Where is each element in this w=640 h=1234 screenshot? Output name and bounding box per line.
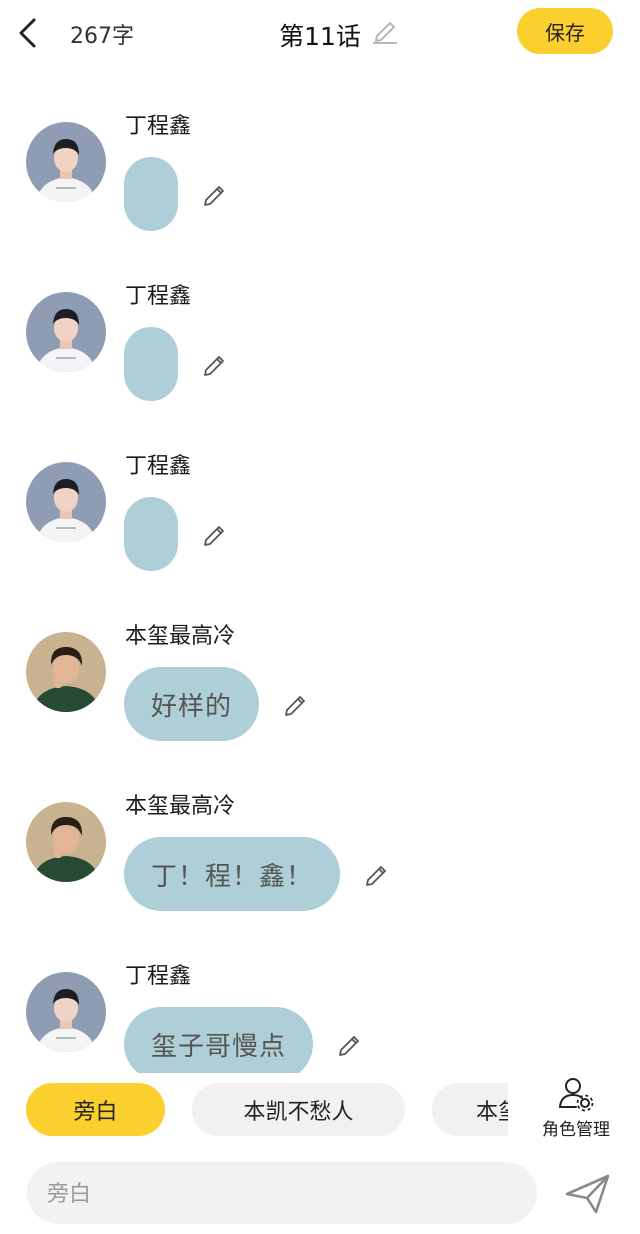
- send-icon[interactable]: [563, 1170, 613, 1216]
- avatar[interactable]: [26, 292, 106, 372]
- role-manage-label: 角色管理: [542, 1120, 610, 1140]
- sender-name: 本玺最高冷: [125, 624, 236, 649]
- message-bubble[interactable]: 玺子哥慢点: [124, 1007, 314, 1073]
- back-arrow-icon[interactable]: [14, 16, 42, 50]
- message-input-container: [27, 1162, 537, 1226]
- sender-name: 本玺最高冷: [125, 794, 236, 819]
- pencil-icon[interactable]: [201, 520, 229, 548]
- message-item: 丁程鑫: [0, 415, 640, 585]
- bubble-row: [124, 327, 229, 401]
- bubble-row: [124, 497, 229, 571]
- pencil-icon[interactable]: [336, 1030, 364, 1058]
- sender-name: 丁程鑫: [125, 114, 192, 139]
- pencil-icon[interactable]: [363, 860, 391, 888]
- role-manage-button[interactable]: 角色管理: [531, 1075, 621, 1141]
- sender-name: 丁程鑫: [125, 284, 192, 309]
- message-bubble[interactable]: 好样的: [124, 667, 260, 741]
- avatar[interactable]: [26, 462, 106, 542]
- top-bar: 267字 第11话 保存: [0, 0, 640, 66]
- bubble-row: 好样的: [124, 667, 310, 741]
- avatar[interactable]: [26, 802, 106, 882]
- role-tabs[interactable]: 旁白 本凯不愁人 本玺最高冷: [0, 1083, 508, 1139]
- message-item: 本玺最高冷 好样的: [0, 585, 640, 755]
- role-tab-narration[interactable]: 旁白: [26, 1083, 165, 1136]
- message-list[interactable]: 丁程鑫 丁程鑫 丁程鑫 本玺最高冷 好样的 本玺最高冷 丁！程！鑫！ 丁程鑫 玺…: [0, 75, 640, 1073]
- message-item: 本玺最高冷 丁！程！鑫！: [0, 755, 640, 925]
- avatar[interactable]: [26, 632, 106, 712]
- pencil-icon[interactable]: [201, 350, 229, 378]
- message-item: 丁程鑫 玺子哥慢点: [0, 925, 640, 1073]
- bubble-row: 丁！程！鑫！: [124, 837, 391, 911]
- message-bubble[interactable]: [124, 157, 178, 231]
- role-tab[interactable]: 本玺最高冷: [432, 1083, 508, 1136]
- message-item: 丁程鑫: [0, 75, 640, 245]
- bubble-row: [124, 157, 229, 231]
- role-bar: 旁白 本凯不愁人 本玺最高冷 角色管理: [0, 1078, 640, 1140]
- edit-title-icon[interactable]: [370, 15, 400, 45]
- role-tab[interactable]: 本凯不愁人: [192, 1083, 405, 1136]
- message-bubble[interactable]: [124, 497, 178, 571]
- save-button[interactable]: 保存: [517, 8, 613, 54]
- message-bubble[interactable]: 丁！程！鑫！: [124, 837, 341, 911]
- message-input[interactable]: [45, 1162, 489, 1226]
- role-manage-icon: [559, 1078, 594, 1112]
- avatar[interactable]: [26, 122, 106, 202]
- message-item: 丁程鑫: [0, 245, 640, 415]
- word-count: 267字: [70, 24, 134, 49]
- avatar[interactable]: [26, 972, 106, 1052]
- bubble-row: 玺子哥慢点: [124, 1007, 364, 1073]
- message-bubble[interactable]: [124, 327, 178, 401]
- sender-name: 丁程鑫: [125, 964, 192, 989]
- pencil-icon[interactable]: [282, 690, 310, 718]
- pencil-icon[interactable]: [201, 180, 229, 208]
- sender-name: 丁程鑫: [125, 454, 192, 479]
